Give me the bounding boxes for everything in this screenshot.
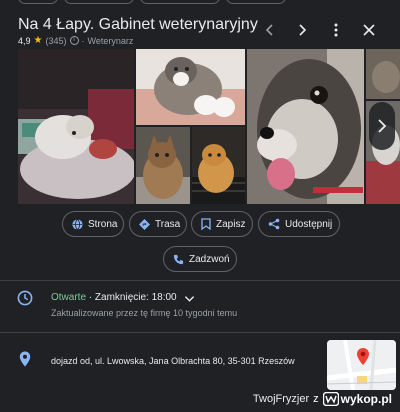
cutoff-pill: [140, 0, 220, 4]
opening-hours[interactable]: Otwarte · Zamknięcie: 18:00 Zaktualizowa…: [0, 290, 400, 330]
save-button[interactable]: Zapisz: [191, 211, 253, 237]
mini-map[interactable]: [327, 340, 396, 390]
close-icon[interactable]: [359, 20, 379, 40]
share-label: Udostępnij: [285, 218, 333, 230]
chevron-right-icon: [378, 119, 387, 133]
section-divider: [0, 280, 400, 281]
star-icon: ★: [33, 35, 43, 46]
directions-icon: [139, 218, 150, 230]
photo-dog-on-bed[interactable]: [18, 49, 134, 204]
wykop-logo-icon: [322, 392, 339, 406]
info-icon[interactable]: i: [69, 36, 79, 45]
directions-button[interactable]: Trasa: [129, 211, 187, 237]
watermark-site: wykop.pl: [340, 392, 392, 406]
website-button[interactable]: Strona: [62, 211, 124, 237]
watermark-suffix: z: [313, 393, 319, 405]
photo-cat-on-grill[interactable]: [192, 127, 245, 204]
photo-strip-top[interactable]: [366, 49, 400, 99]
wykop-logo: wykop.pl: [322, 392, 392, 406]
chevron-right-icon[interactable]: [292, 20, 312, 40]
place-title: Na 4 Łapy. Gabinet weterynaryjny: [18, 16, 258, 33]
location-pin-icon: [19, 351, 31, 372]
call-button[interactable]: Zadzwoń: [163, 246, 237, 272]
section-divider: [0, 332, 400, 333]
chevron-left-icon[interactable]: [260, 20, 280, 40]
bookmark-icon: [201, 218, 211, 230]
photo-dog-tongue[interactable]: [247, 49, 364, 204]
directions-label: Trasa: [155, 218, 181, 230]
globe-icon: [72, 218, 83, 230]
website-label: Strona: [88, 218, 118, 230]
more-vert-icon[interactable]: [326, 20, 346, 40]
carousel-next-button[interactable]: [369, 102, 395, 150]
rating-line: 4,9 ★ (345) i · Weterynarz: [18, 35, 133, 46]
cutoff-pill: [18, 0, 58, 4]
cutoff-pill: [226, 0, 286, 4]
place-category: Weterynarz: [87, 35, 134, 46]
hours-status-line: Otwarte · Zamknięcie: 18:00: [51, 292, 177, 303]
clock-icon: [17, 290, 33, 311]
chevron-down-icon[interactable]: [184, 291, 195, 309]
rating-value: 4,9: [18, 35, 31, 46]
call-label: Zadzwoń: [189, 253, 230, 265]
top-cutoff-buttons: [0, 0, 400, 6]
photo-gallery: [18, 49, 400, 204]
place-header: Na 4 Łapy. Gabinet weterynaryjny 4,9 ★ (…: [18, 16, 386, 50]
photo-cat-paws[interactable]: [136, 49, 245, 125]
watermark-user: TwojFryzjer: [252, 393, 310, 405]
watermark: TwojFryzjer z wykop.pl: [253, 390, 392, 408]
hours-updated-note: Zaktualizowane przez tę firmę 10 tygodni…: [51, 308, 238, 318]
address-text: dojazd od, ul. Lwowska, Jana Olbrachta 8…: [51, 356, 295, 366]
share-icon: [268, 218, 280, 230]
review-count[interactable]: (345): [45, 36, 66, 46]
open-status: Otwarte: [51, 292, 87, 303]
phone-icon: [173, 254, 184, 265]
cutoff-pill: [64, 0, 134, 4]
save-label: Zapisz: [216, 218, 246, 230]
closing-time: Zamknięcie: 18:00: [94, 292, 177, 303]
separator-dot: ·: [81, 35, 85, 46]
share-button[interactable]: Udostępnij: [258, 211, 340, 237]
hours-separator: ·: [86, 292, 95, 303]
photo-tabby-kitten[interactable]: [136, 127, 190, 204]
address-row[interactable]: dojazd od, ul. Lwowska, Jana Olbrachta 8…: [0, 340, 400, 390]
